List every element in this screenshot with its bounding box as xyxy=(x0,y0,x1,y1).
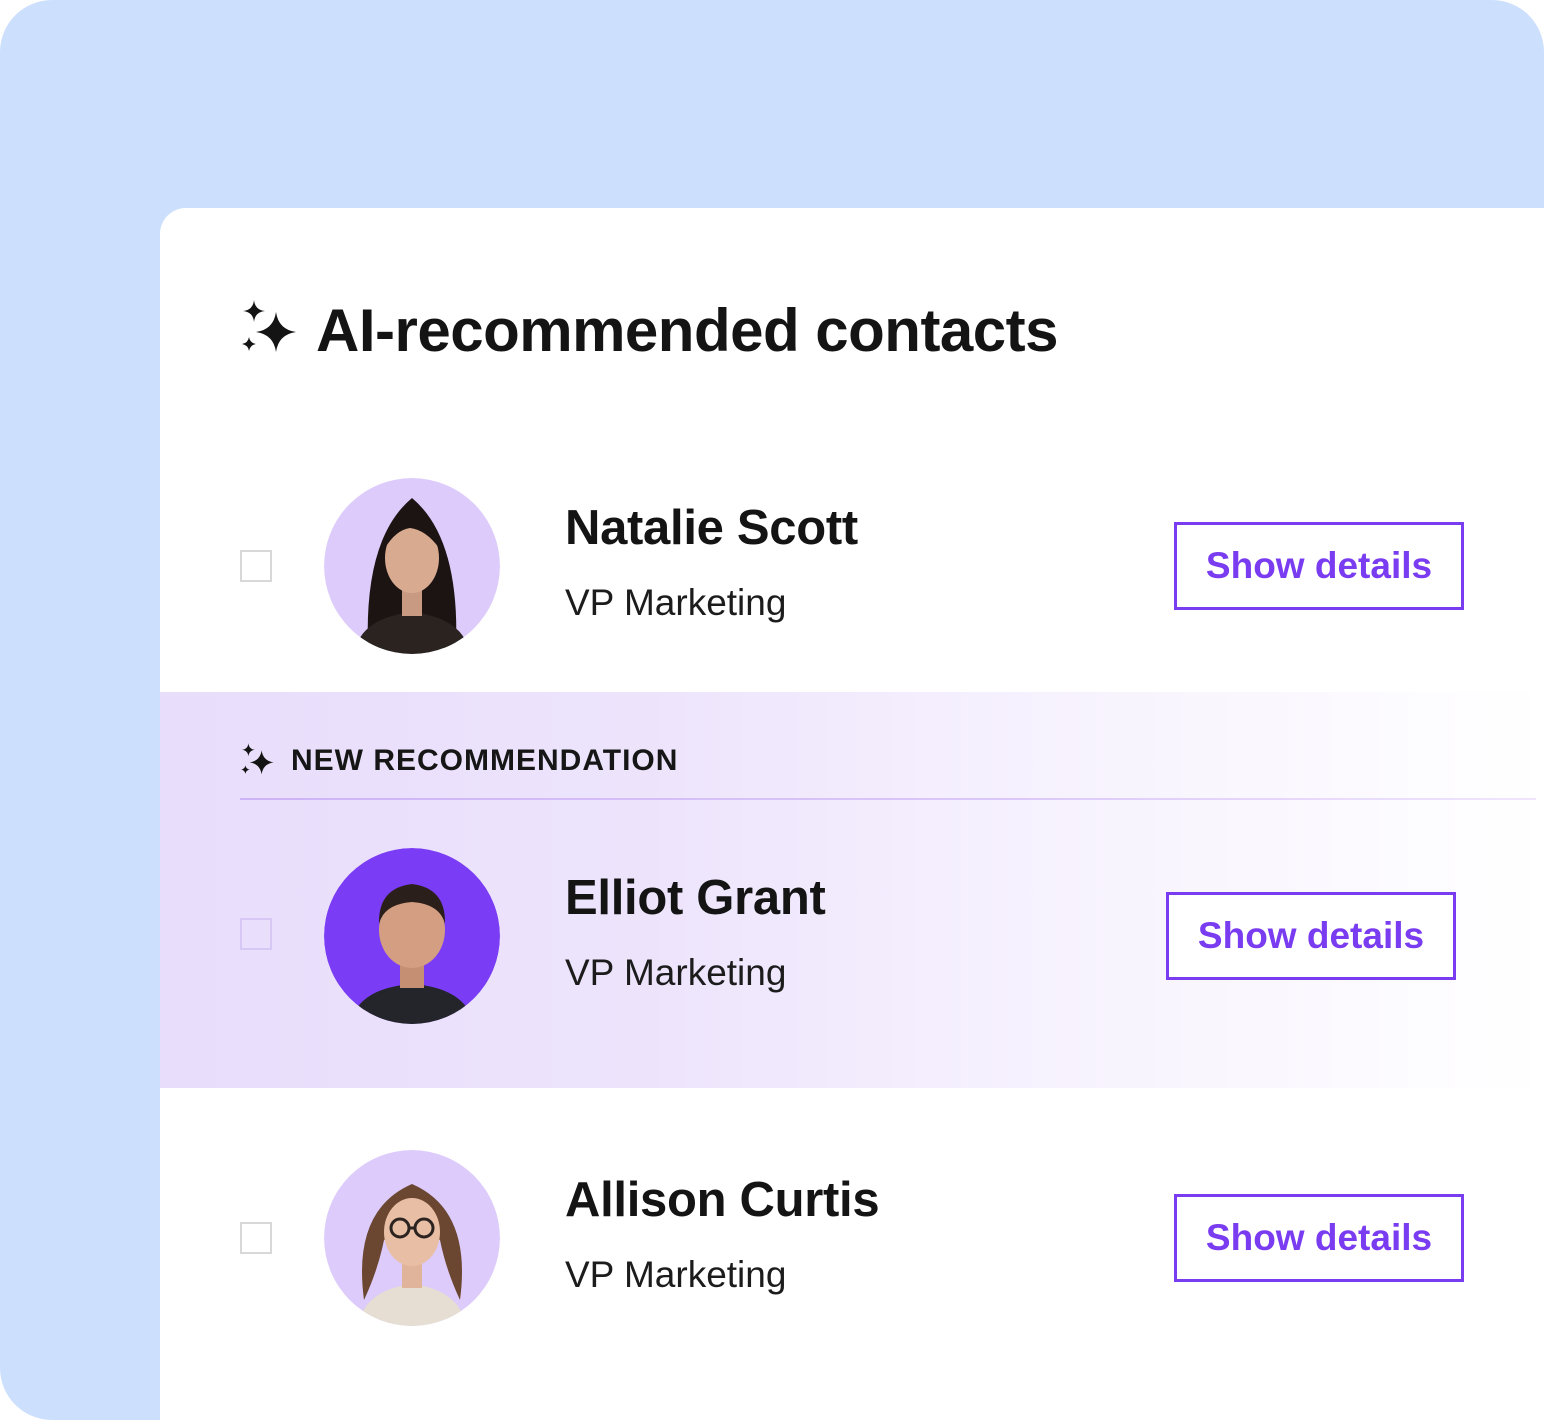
sparkle-icon xyxy=(241,743,274,775)
contact-checkbox[interactable] xyxy=(240,550,272,582)
divider xyxy=(240,798,1536,800)
contact-row: Allison Curtis VP Marketing Show details xyxy=(160,1150,1544,1326)
new-recommendation-label: NEW RECOMMENDATION xyxy=(291,744,679,777)
contact-name: Elliot Grant xyxy=(565,871,826,925)
avatar xyxy=(324,478,500,654)
contact-name: Natalie Scott xyxy=(565,501,858,555)
avatar xyxy=(324,1150,500,1326)
contact-row: Natalie Scott VP Marketing Show details xyxy=(160,478,1544,654)
contact-role: VP Marketing xyxy=(565,582,787,623)
contact-role: VP Marketing xyxy=(565,952,787,993)
contact-checkbox[interactable] xyxy=(240,1222,272,1254)
contact-row: Elliot Grant VP Marketing Show details xyxy=(160,848,1544,1024)
contact-name: Allison Curtis xyxy=(565,1173,880,1227)
avatar xyxy=(324,848,500,1024)
show-details-button[interactable]: Show details xyxy=(1174,522,1464,610)
contact-checkbox[interactable] xyxy=(240,918,272,950)
show-details-button[interactable]: Show details xyxy=(1166,892,1456,980)
page-title: AI-recommended contacts xyxy=(316,297,1059,364)
show-details-button[interactable]: Show details xyxy=(1174,1194,1464,1282)
contact-role: VP Marketing xyxy=(565,1254,787,1295)
contacts-panel: AI-recommended contacts Natalie Scott VP… xyxy=(160,208,1544,1420)
sparkle-icon xyxy=(242,300,296,352)
new-recommendation-section: NEW RECOMMENDATION Elliot Grant VP Marke… xyxy=(160,692,1544,1088)
outer-frame: AI-recommended contacts Natalie Scott VP… xyxy=(0,0,1544,1420)
